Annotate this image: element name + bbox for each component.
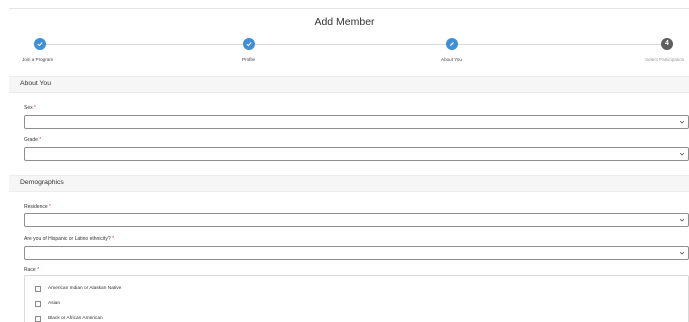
about-you-section-header: About You — [9, 76, 689, 93]
checkbox-label: Asian — [48, 301, 60, 306]
step-label: Join a Program — [22, 57, 54, 62]
section-title: Demographics — [20, 179, 64, 186]
top-divider — [9, 8, 689, 9]
checkbox[interactable] — [35, 316, 41, 322]
required-asterisk: * — [49, 204, 51, 210]
checkbox[interactable] — [35, 286, 41, 292]
checkmark-icon — [34, 38, 46, 50]
checkmark-icon — [243, 38, 255, 50]
checkbox[interactable] — [35, 301, 41, 307]
hispanic-label: Are you of Hispanic or Latino ethnicity?… — [24, 236, 114, 242]
demographics-section-header: Demographics — [9, 175, 689, 192]
step-label: About You — [441, 57, 462, 62]
chevron-down-icon — [679, 120, 685, 124]
label-text: Residence — [24, 204, 48, 210]
chevron-down-icon — [679, 152, 685, 156]
hispanic-select[interactable] — [24, 246, 689, 260]
step-label: Select Participation — [645, 57, 685, 62]
grade-label: Grade * — [24, 137, 41, 143]
pencil-icon — [446, 38, 458, 50]
checkbox-label: Black or African American — [48, 316, 103, 321]
step-number-badge: 4 — [661, 38, 673, 50]
grade-select[interactable] — [24, 147, 689, 161]
checkbox-label: American Indian or Alaskan Native — [48, 286, 122, 291]
label-text: Grade — [24, 137, 38, 143]
residence-label: Residence * — [24, 204, 51, 210]
section-title: About You — [20, 80, 51, 87]
label-text: Sex — [24, 105, 33, 111]
stepper-track — [40, 44, 667, 45]
step-label: Profile — [242, 57, 256, 62]
progress-stepper: Join a Program Profile About You 4 Selec… — [0, 38, 689, 68]
residence-select[interactable] — [24, 213, 689, 227]
required-asterisk: * — [112, 236, 115, 242]
chevron-down-icon — [679, 251, 685, 255]
race-label: Race * — [24, 267, 39, 273]
required-asterisk: * — [37, 267, 40, 273]
sex-select[interactable] — [24, 115, 689, 129]
page-title: Add Member — [314, 16, 375, 28]
required-asterisk: * — [34, 105, 36, 111]
chevron-down-icon — [679, 218, 685, 222]
label-text: Are you of Hispanic or Latino ethnicity? — [24, 236, 111, 242]
label-text: Race — [24, 267, 36, 273]
sex-label: Sex * — [24, 105, 36, 111]
race-checkbox-group: American Indian or Alaskan Native Asian … — [24, 275, 689, 322]
required-asterisk: * — [39, 137, 42, 143]
